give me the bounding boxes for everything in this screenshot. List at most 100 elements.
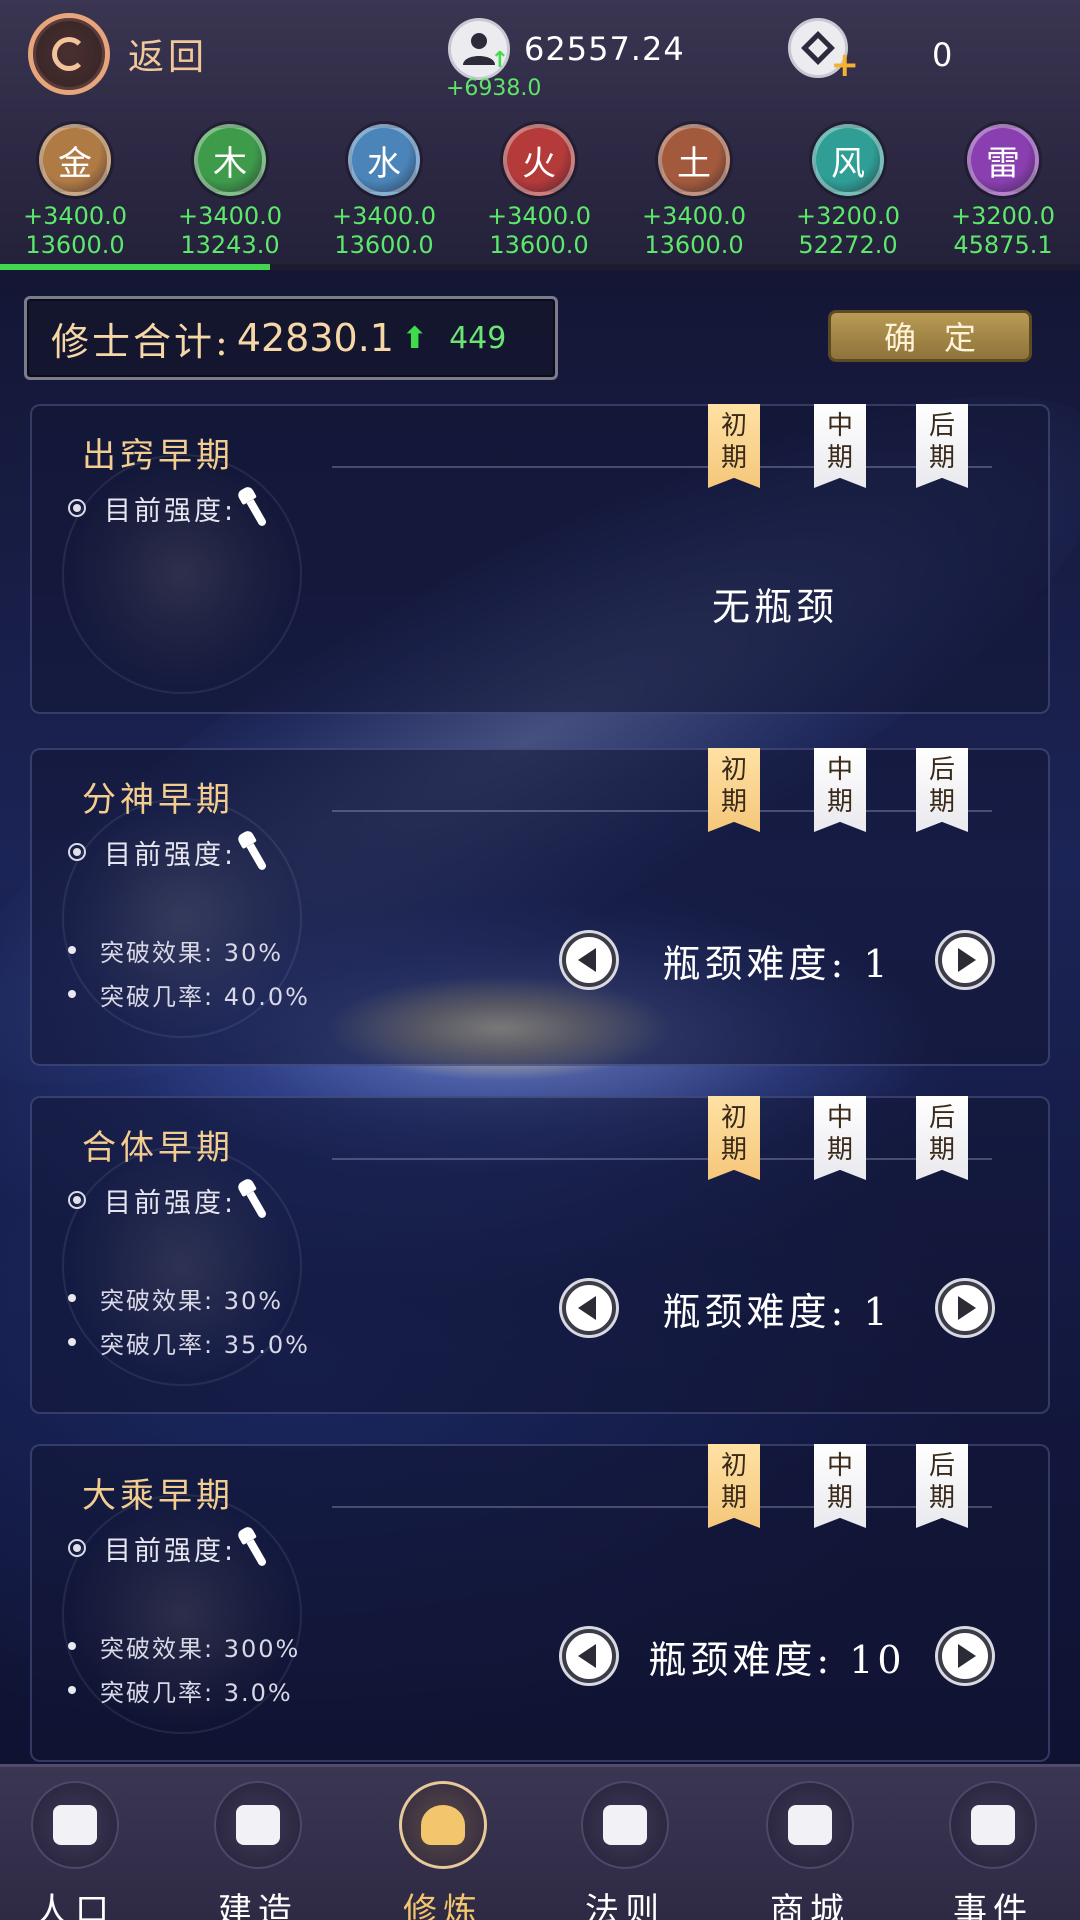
stage-tab-label: 初期 <box>720 411 747 473</box>
stage-tab-label: 后期 <box>928 1451 955 1513</box>
cultivator-total-panel: 修士合计: 42830.1 ⬆ 449 <box>24 296 558 380</box>
progress-fill <box>0 264 270 270</box>
realm-title: 大乘早期 <box>82 1476 234 1516</box>
nav-5[interactable]: 事件 <box>918 1781 1068 1920</box>
radio-icon <box>68 843 86 861</box>
increase-difficulty-button[interactable] <box>938 1281 992 1335</box>
population-value: 62557.24 <box>524 30 685 68</box>
current-strength: 目前强度: <box>68 486 262 530</box>
stage-tab[interactable]: 初期 <box>708 1096 760 1180</box>
radio-icon <box>68 1191 86 1209</box>
progress-track <box>0 264 1080 270</box>
element-orb-icon: 风 <box>812 124 884 196</box>
back-button[interactable]: 返回 <box>28 13 228 95</box>
population-delta: +6938.0 <box>446 76 542 101</box>
stage-tab[interactable]: 中期 <box>814 404 866 488</box>
breakthrough-effect: 突破效果: 30% <box>68 928 310 972</box>
element-total: 13600.0 <box>25 231 125 259</box>
decrease-difficulty-button[interactable] <box>562 1629 616 1683</box>
radio-icon <box>68 1539 86 1557</box>
back-label: 返回 <box>128 37 209 78</box>
bottleneck-difficulty-label: 瓶颈难度: 10 <box>648 1637 906 1682</box>
population-resource[interactable]: ↑ 62557.24 <box>448 18 685 80</box>
nav-label: 事件 <box>953 1891 1033 1920</box>
current-strength: 目前强度: <box>68 830 262 874</box>
stage-tab[interactable]: 初期 <box>708 404 760 488</box>
increase-difficulty-button[interactable] <box>938 933 992 987</box>
element-total: 13243.0 <box>180 231 280 259</box>
realm-title: 分神早期 <box>82 780 234 820</box>
event-book-icon <box>949 1781 1037 1869</box>
nav-2[interactable]: 修炼 <box>368 1781 518 1920</box>
gem-resource[interactable]: + <box>788 18 859 85</box>
nav-4[interactable]: 商城 <box>735 1781 885 1920</box>
bottleneck-difficulty: 瓶颈难度: 10 <box>562 1624 992 1688</box>
element-rate: +3200.0 <box>950 202 1056 230</box>
current-strength: 目前强度: <box>68 1178 262 1222</box>
arrow-right-icon <box>958 1644 976 1668</box>
element-0: 金 +3400.0 13600.0 <box>0 124 150 260</box>
up-arrow-icon: ⬆ <box>401 320 428 356</box>
stage-tab-label: 中期 <box>826 411 853 473</box>
population-up-arrow-icon: ↑ <box>490 48 509 73</box>
stage-tab[interactable]: 后期 <box>916 404 968 488</box>
stage-tab[interactable]: 中期 <box>814 748 866 832</box>
breakthrough-chance: 突破几率: 40.0% <box>68 972 310 1016</box>
breakthrough-chance: 突破几率: 35.0% <box>68 1320 310 1364</box>
decrease-difficulty-button[interactable] <box>562 1281 616 1335</box>
gem-value: 0 <box>932 36 953 74</box>
breakthrough-effect: 突破效果: 30% <box>68 1276 310 1320</box>
stage-tab-label: 初期 <box>720 755 747 817</box>
stage-tab[interactable]: 初期 <box>708 748 760 832</box>
element-rate: +3400.0 <box>177 202 283 230</box>
nav-0[interactable]: 人口 <box>0 1781 150 1920</box>
confirm-button[interactable]: 确定 <box>828 310 1032 362</box>
element-2: 水 +3400.0 13600.0 <box>309 124 459 260</box>
cultivator-total-delta: 449 <box>449 320 507 356</box>
gem-icon: + <box>788 18 859 85</box>
people-icon <box>31 1781 119 1869</box>
current-strength: 目前强度: <box>68 1526 262 1570</box>
breakthrough-effect: 突破效果: 300% <box>68 1624 300 1668</box>
stage-line <box>332 1506 992 1508</box>
stage-line <box>332 1158 992 1160</box>
realm-title: 合体早期 <box>82 1128 234 1168</box>
element-3: 火 +3400.0 13600.0 <box>464 124 614 260</box>
current-strength-label: 目前强度: <box>104 1187 237 1219</box>
stage-tab-label: 初期 <box>720 1451 747 1513</box>
arrow-left-icon <box>578 1644 596 1668</box>
realm-title: 出窍早期 <box>82 436 234 476</box>
element-orb-icon: 水 <box>348 124 420 196</box>
element-orb-icon: 金 <box>39 124 111 196</box>
stage-line <box>332 810 992 812</box>
nav-label: 法则 <box>585 1891 665 1920</box>
decrease-difficulty-button[interactable] <box>562 933 616 987</box>
element-orb-icon: 雷 <box>967 124 1039 196</box>
breakthrough-stats: 突破效果: 30% 突破几率: 35.0% <box>68 1276 310 1364</box>
stage-tab[interactable]: 中期 <box>814 1096 866 1180</box>
realm-card: 合体早期 目前强度: 初期 中期 后期突破效果: 30% 突破几率: 35.0% 瓶颈难度:… <box>30 1096 1050 1414</box>
element-total: 13600.0 <box>334 231 434 259</box>
increase-difficulty-button[interactable] <box>938 1629 992 1683</box>
radio-icon <box>68 499 86 517</box>
stage-tab-label: 初期 <box>720 1103 747 1165</box>
nav-3[interactable]: 法则 <box>550 1781 700 1920</box>
element-resources: 金 +3400.0 13600.0 木 +3400.0 13243.0 水 +3400.0 13… <box>0 124 1080 264</box>
stage-tab[interactable]: 后期 <box>916 1096 968 1180</box>
population-icon: ↑ <box>448 18 510 80</box>
stage-tab[interactable]: 初期 <box>708 1444 760 1528</box>
element-orb-icon: 土 <box>658 124 730 196</box>
stage-tab[interactable]: 中期 <box>814 1444 866 1528</box>
current-strength-label: 目前强度: <box>104 1535 237 1567</box>
stage-tab[interactable]: 后期 <box>916 1444 968 1528</box>
element-total: 13600.0 <box>644 231 744 259</box>
stage-tab-label: 后期 <box>928 755 955 817</box>
element-rate: +3400.0 <box>641 202 747 230</box>
meditation-icon <box>399 1781 487 1869</box>
nav-label: 建造 <box>218 1891 298 1920</box>
stage-tab[interactable]: 后期 <box>916 748 968 832</box>
no-bottleneck-label: 无瓶颈 <box>712 585 839 629</box>
arrow-left-icon <box>578 948 596 972</box>
element-rate: +3400.0 <box>331 202 437 230</box>
nav-1[interactable]: 建造 <box>183 1781 333 1920</box>
